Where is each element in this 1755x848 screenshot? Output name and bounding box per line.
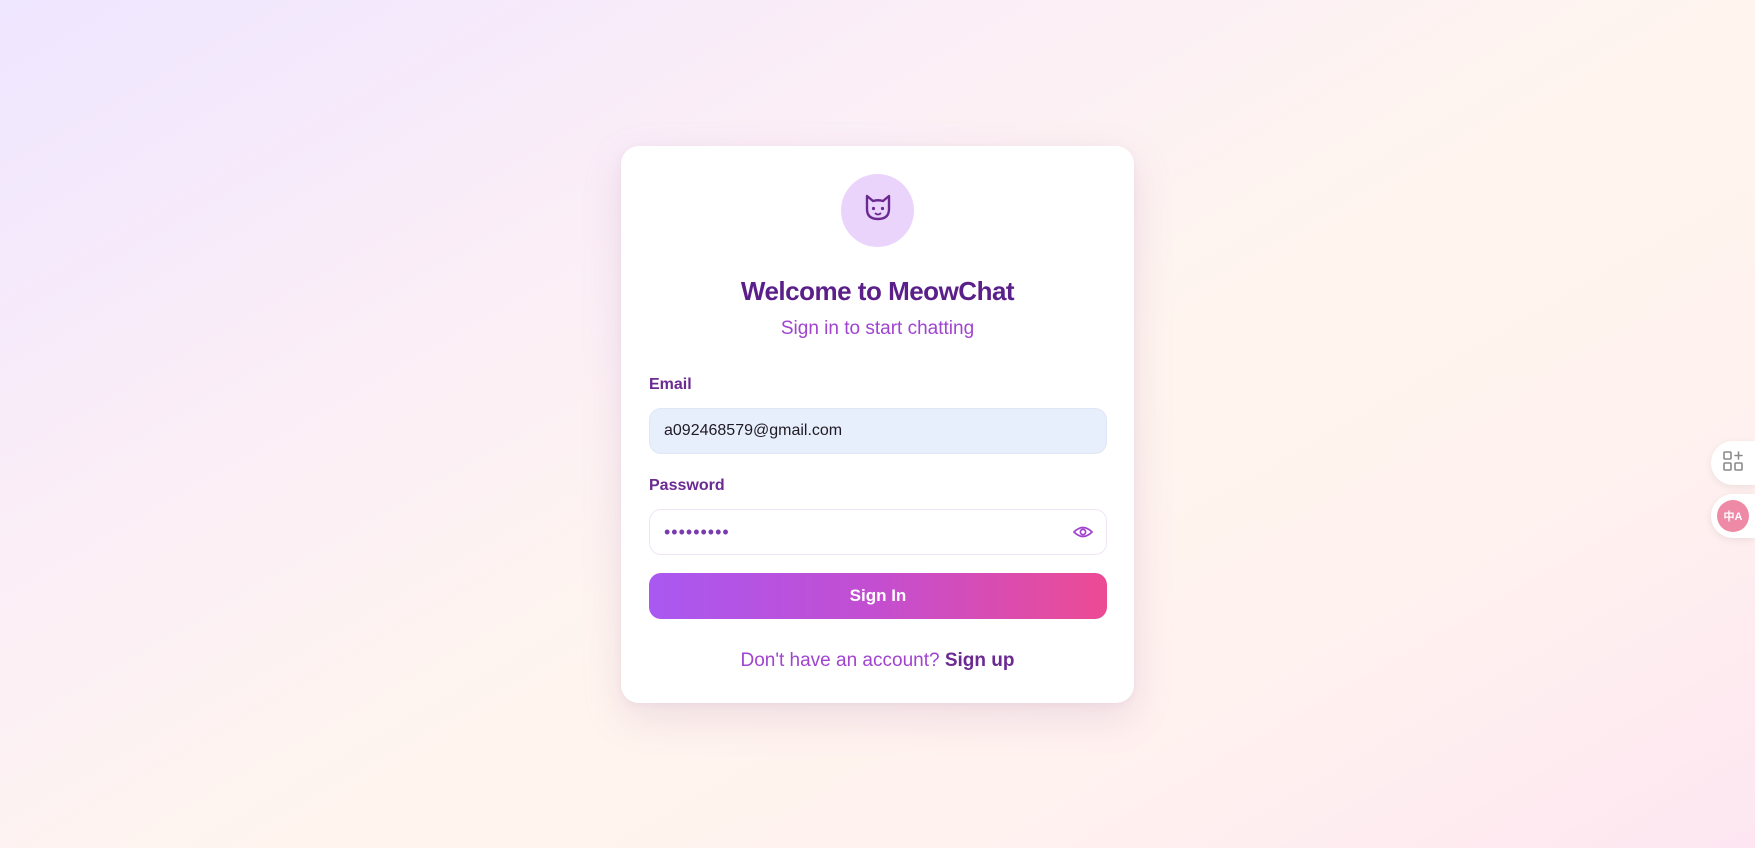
translate-button[interactable]: 中A <box>1711 494 1755 538</box>
page-subtitle: Sign in to start chatting <box>780 318 975 339</box>
password-value: ••••••••• <box>664 522 730 542</box>
translate-icon: 中A <box>1717 500 1749 532</box>
signup-prompt: Don't have an account? Sign up <box>621 650 1134 672</box>
apps-add-icon <box>1722 450 1744 477</box>
apps-add-button[interactable] <box>1711 441 1755 485</box>
login-card: Welcome to MeowChat Sign in to start cha… <box>621 146 1134 703</box>
email-field[interactable] <box>649 408 1107 454</box>
cat-icon <box>860 190 896 231</box>
sign-up-link[interactable]: Sign up <box>945 650 1015 671</box>
signup-prompt-text: Don't have an account? <box>740 650 940 671</box>
eye-icon[interactable] <box>1072 522 1094 542</box>
password-field[interactable]: ••••••••• <box>649 509 1107 555</box>
email-label: Email <box>649 376 692 393</box>
sign-in-button[interactable]: Sign In <box>649 573 1107 619</box>
password-label: Password <box>649 477 725 494</box>
page-title: Welcome to MeowChat <box>740 276 1015 306</box>
logo <box>841 174 914 247</box>
